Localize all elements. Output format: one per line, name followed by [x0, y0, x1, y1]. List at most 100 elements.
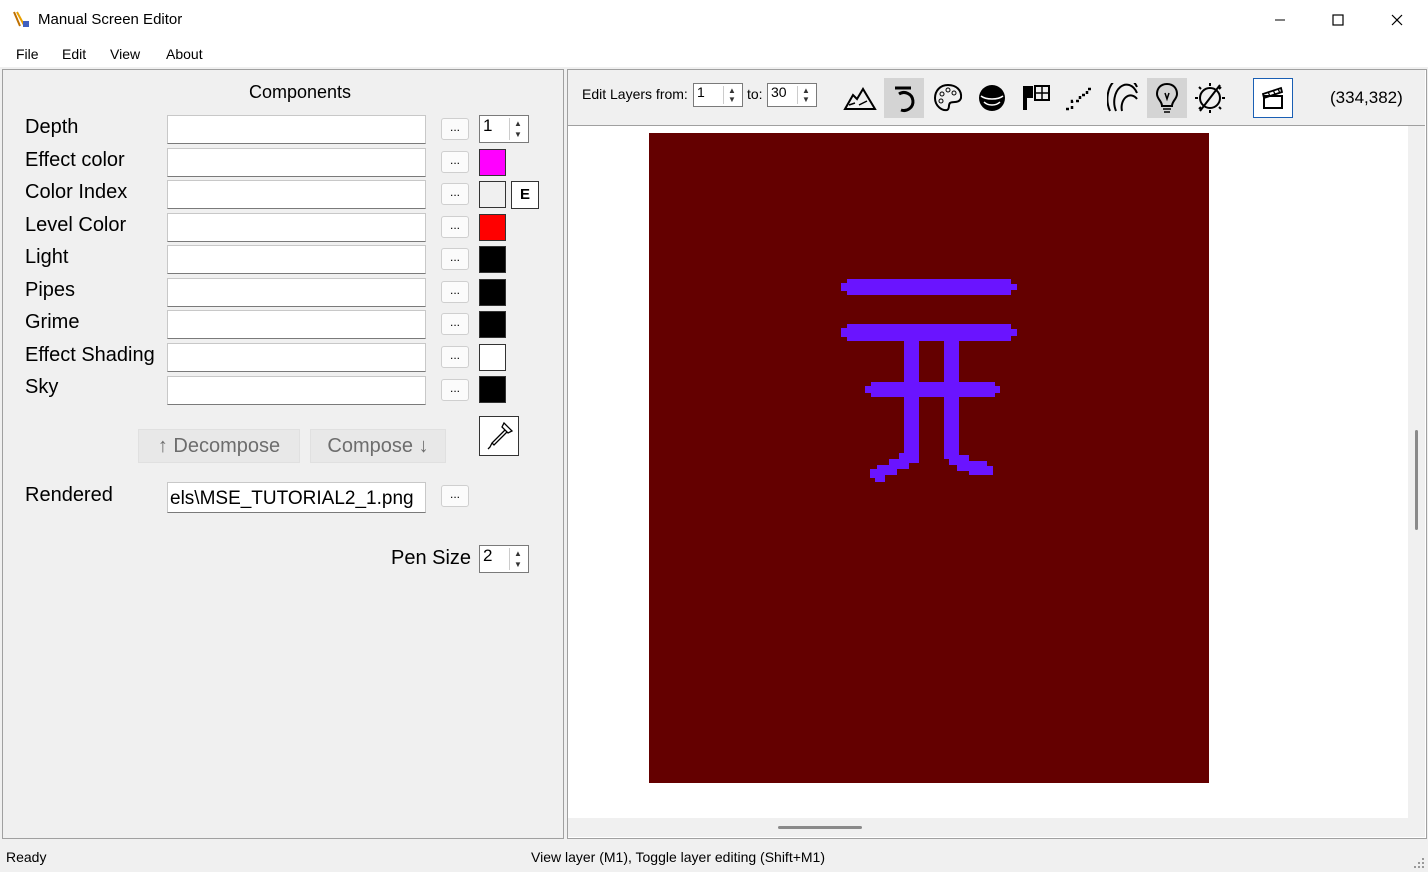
effect-shading-swatch[interactable]	[479, 344, 506, 371]
light-browse-button[interactable]: ...	[441, 248, 469, 270]
color-index-edit-button[interactable]: E	[511, 181, 539, 209]
sky-label: Sky	[25, 376, 59, 398]
layer-from-arrows[interactable]: ▲ ▼	[723, 86, 740, 104]
sky-browse-button[interactable]: ...	[441, 379, 469, 401]
dotted-path-icon	[1066, 87, 1094, 111]
terrain-icon	[843, 87, 877, 110]
status-bar: Ready View layer (M1), Toggle layer edit…	[0, 840, 1428, 872]
menu-edit[interactable]: Edit	[62, 46, 86, 62]
grime-browse-button[interactable]: ...	[441, 313, 469, 335]
light-file-input[interactable]	[167, 245, 426, 274]
components-title: Components	[248, 82, 352, 102]
sky-file-input[interactable]	[167, 376, 426, 405]
rainbow-icon	[1107, 83, 1138, 112]
depth-browse-button[interactable]: ...	[441, 118, 469, 140]
minimize-button[interactable]	[1251, 0, 1309, 39]
status-hint: View layer (M1), Toggle layer editing (S…	[531, 849, 825, 865]
sky-swatch[interactable]	[479, 376, 506, 403]
pipes-label: Pipes	[25, 279, 76, 301]
color-index-file-input[interactable]	[167, 180, 426, 209]
pipe-hook-icon	[895, 86, 915, 112]
effect-shading-file-input[interactable]	[167, 343, 426, 372]
close-icon	[1391, 14, 1403, 25]
dotted-path-tool[interactable]	[1060, 78, 1100, 118]
clapperboard-icon	[1261, 86, 1284, 109]
palette-tool[interactable]	[928, 78, 968, 118]
app-icon	[13, 11, 29, 27]
shortcut-tool[interactable]	[1016, 78, 1056, 118]
maximize-button[interactable]	[1309, 0, 1367, 39]
sphere-tool[interactable]	[972, 78, 1012, 118]
effect-color-file-input[interactable]	[167, 148, 426, 177]
depth-spinner[interactable]: 1 ▲ ▼	[479, 115, 529, 143]
editing-canvas[interactable]	[649, 133, 1209, 783]
pen-size-label: Pen Size	[391, 547, 472, 569]
palette-icon	[933, 83, 963, 112]
pipes-swatch[interactable]	[479, 279, 506, 306]
render-button[interactable]	[1253, 78, 1293, 118]
level-color-file-input[interactable]	[167, 213, 426, 242]
eyedropper-button[interactable]	[479, 416, 519, 456]
pen-size-spinner[interactable]: 2 ▲ ▼	[479, 545, 529, 573]
minimize-icon	[1275, 19, 1285, 20]
grime-file-input[interactable]	[167, 310, 426, 339]
horizontal-scrollbar-thumb[interactable]	[778, 826, 862, 829]
light-label: Light	[25, 246, 69, 268]
menu-view[interactable]: View	[110, 46, 140, 62]
layer-from-spinner[interactable]: 1 ▲ ▼	[693, 83, 743, 107]
light-swatch[interactable]	[479, 246, 506, 273]
pen-size-value: 2	[483, 546, 493, 565]
horizontal-scroll-track[interactable]	[568, 818, 1425, 837]
close-button[interactable]	[1368, 0, 1426, 39]
layer-to-arrows[interactable]: ▲ ▼	[797, 86, 814, 104]
lightbulb-icon	[1155, 82, 1179, 113]
grime-label: Grime	[25, 311, 80, 333]
no-sun-icon	[1195, 83, 1225, 113]
compose-button[interactable]: Compose ↓	[310, 429, 446, 463]
sphere-icon	[979, 85, 1005, 111]
shortcut-icon	[1023, 85, 1050, 110]
layer-from-value: 1	[697, 84, 705, 100]
terrain-tool[interactable]	[840, 78, 880, 118]
no-sun-tool[interactable]	[1190, 78, 1230, 118]
maximize-icon	[1332, 13, 1344, 26]
menu-bar: File Edit View About	[0, 39, 1428, 67]
level-color-swatch[interactable]	[479, 214, 506, 241]
menu-about[interactable]: About	[166, 46, 203, 62]
rainbow-tool[interactable]	[1104, 78, 1144, 118]
menu-file[interactable]: File	[16, 46, 39, 62]
depth-spin-arrows[interactable]: ▲ ▼	[509, 118, 526, 140]
window-title: Manual Screen Editor	[38, 11, 183, 28]
pipes-file-input[interactable]	[167, 278, 426, 307]
effect-color-browse-button[interactable]: ...	[441, 151, 469, 173]
effect-color-swatch[interactable]	[479, 149, 506, 176]
effect-color-label: Effect color	[25, 149, 125, 171]
depth-value: 1	[483, 116, 493, 135]
pipes-browse-button[interactable]: ...	[441, 281, 469, 303]
pipe-hook-tool[interactable]	[884, 78, 924, 118]
eyedropper-icon	[487, 421, 514, 450]
effect-shading-browse-button[interactable]: ...	[441, 346, 469, 368]
canvas-glyph	[841, 279, 1017, 482]
decompose-button[interactable]: ↑ Decompose	[138, 429, 300, 463]
grime-swatch[interactable]	[479, 311, 506, 338]
resize-grip-icon[interactable]	[1411, 855, 1425, 869]
pen-size-spin-arrows[interactable]: ▲ ▼	[509, 548, 526, 570]
layer-to-spinner[interactable]: 30 ▲ ▼	[767, 83, 817, 107]
title-bar: Manual Screen Editor	[0, 0, 1428, 39]
cursor-coordinates: (334,382)	[1330, 88, 1403, 107]
color-index-label: Color Index	[25, 181, 128, 203]
level-color-browse-button[interactable]: ...	[441, 216, 469, 238]
lightbulb-tool[interactable]	[1147, 78, 1187, 118]
effect-shading-label: Effect Shading	[25, 344, 155, 366]
depth-label: Depth	[25, 116, 79, 138]
rendered-label: Rendered	[25, 484, 113, 506]
rendered-file-input[interactable]: els\MSE_TUTORIAL2_1.png	[167, 482, 426, 513]
status-text: Ready	[6, 849, 47, 865]
vertical-scrollbar-thumb[interactable]	[1415, 430, 1418, 530]
color-index-swatch[interactable]	[479, 181, 506, 208]
rendered-browse-button[interactable]: ...	[441, 485, 469, 507]
depth-file-input[interactable]	[167, 115, 426, 144]
color-index-browse-button[interactable]: ...	[441, 183, 469, 205]
to-label: to:	[747, 86, 763, 102]
